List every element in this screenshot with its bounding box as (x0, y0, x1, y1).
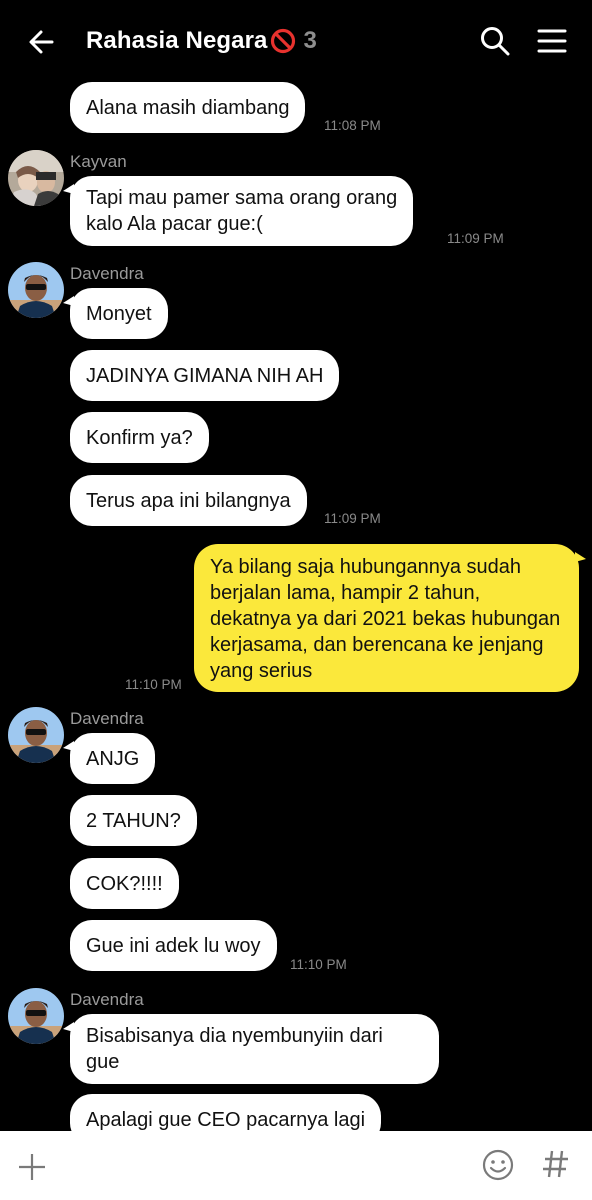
input-bar (0, 1131, 592, 1200)
sender-name: Davendra (70, 990, 144, 1009)
sender-name: Davendra (70, 709, 144, 728)
avatar-photo (8, 707, 64, 763)
emoji-smile-icon[interactable] (481, 1148, 515, 1182)
message-text: Terus apa ini bilangnya (86, 490, 291, 512)
message-list[interactable]: Alana masih diambang 11:08 PM Kayvan Tap… (0, 80, 592, 1131)
message-text: 2 TAHUN? (86, 810, 181, 832)
message-text: Monyet (86, 303, 152, 325)
avatar-photo (8, 988, 64, 1044)
no-entry-icon (270, 28, 295, 54)
message-bubble[interactable]: 2 TAHUN? (70, 795, 197, 846)
message-text: Gue ini adek lu woy (86, 935, 261, 957)
message-text-line: gue (86, 1051, 120, 1073)
chat-header: Rahasia Negara 3 (0, 0, 592, 80)
message-bubble[interactable]: Gue ini adek lu woy (70, 920, 277, 971)
plus-icon[interactable] (14, 1149, 50, 1185)
sender-name: Davendra (70, 264, 144, 283)
avatar-davendra[interactable] (8, 707, 64, 763)
message-text: COK?!!!! (86, 873, 163, 895)
message-time: 11:10 PM (125, 677, 182, 692)
member-count: 3 (303, 27, 317, 54)
avatar-photo (8, 150, 64, 206)
message-text: Alana masih diambang (86, 97, 290, 119)
message-bubble[interactable]: Monyet (63, 288, 168, 339)
message-bubble[interactable]: Tapi mau pamer sama orang orang kalo Ala… (62, 176, 414, 246)
avatar-davendra[interactable] (8, 988, 64, 1044)
message-text: Apalagi gue CEO pacarnya lagi (86, 1109, 366, 1131)
hamburger-menu-icon[interactable] (536, 26, 568, 56)
avatar-kayvan[interactable] (8, 150, 64, 206)
back-arrow-icon[interactable] (22, 22, 62, 62)
message-text: JADINYA GIMANA NIH AH (86, 365, 324, 387)
chat-title: Rahasia Negara (86, 27, 268, 54)
message-text-line: Bisabisanya dia nyembunyiin dari (86, 1025, 383, 1047)
message-time: 11:09 PM (447, 231, 504, 246)
my-message-bubble[interactable]: Ya bilang saja hubungannya sudah berjala… (194, 544, 586, 692)
message-bubble[interactable]: Alana masih diambang (70, 82, 306, 133)
message-text-line: kalo Ala pacar gue:( (86, 213, 263, 235)
avatar-photo (8, 262, 64, 318)
message-text: Ya bilang saja hubungannya sudah berjala… (210, 556, 561, 682)
sender-name: Kayvan (70, 152, 127, 171)
message-time: 11:10 PM (290, 957, 347, 972)
message-time: 11:09 PM (324, 511, 381, 526)
message-text-line: Tapi mau pamer sama orang orang (86, 187, 398, 209)
message-bubble[interactable]: COK?!!!! (70, 858, 179, 909)
message-time: 11:08 PM (324, 118, 381, 133)
message-text: ANJG (86, 748, 140, 770)
message-bubble[interactable]: JADINYA GIMANA NIH AH (70, 350, 340, 401)
message-bubble[interactable]: ANJG (62, 733, 156, 784)
message-bubble[interactable]: Konfirm ya? (70, 412, 209, 463)
message-bubble[interactable]: Apalagi gue CEO pacarnya lagi (70, 1094, 382, 1131)
chat-title-area[interactable]: Rahasia Negara 3 (86, 24, 317, 58)
message-text: Konfirm ya? (86, 427, 193, 449)
message-bubble[interactable]: Terus apa ini bilangnya (70, 475, 307, 526)
hashtag-icon[interactable] (540, 1146, 572, 1182)
avatar-davendra[interactable] (8, 262, 64, 318)
message-bubble[interactable]: Bisabisanya dia nyembunyiin dari gue (63, 1014, 439, 1084)
search-icon[interactable] (478, 24, 512, 58)
